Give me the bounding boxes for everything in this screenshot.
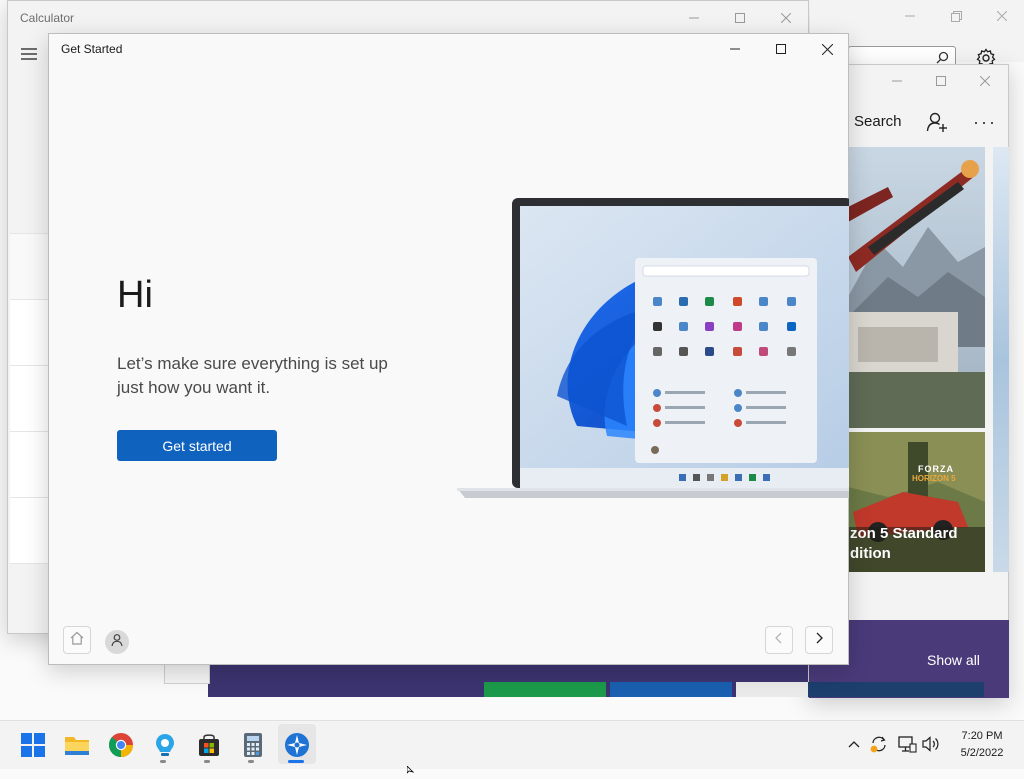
home-icon bbox=[70, 631, 84, 650]
next-card-preview bbox=[993, 147, 1009, 572]
network-icon[interactable] bbox=[897, 734, 917, 754]
file-explorer-icon[interactable] bbox=[64, 732, 90, 758]
chevron-left-icon bbox=[774, 631, 784, 649]
background-window-edge bbox=[164, 665, 210, 684]
close-button[interactable] bbox=[813, 38, 841, 60]
calculator-keypad-edge bbox=[10, 233, 50, 604]
next-button[interactable] bbox=[805, 626, 833, 654]
more-options-icon[interactable]: ··· bbox=[971, 110, 999, 134]
clock[interactable]: 7:20 PM 5/2/2022 bbox=[952, 728, 1012, 762]
store-minimize-button[interactable] bbox=[885, 71, 909, 91]
store-maximize-button[interactable] bbox=[929, 71, 953, 91]
clock-date: 5/2/2022 bbox=[960, 747, 1004, 759]
app-tile-light[interactable] bbox=[736, 682, 808, 697]
background-close-button[interactable] bbox=[990, 6, 1014, 26]
game-hero-image[interactable] bbox=[848, 147, 985, 428]
get-started-active-indicator bbox=[288, 760, 304, 763]
mouse-cursor-icon bbox=[406, 761, 415, 779]
maximize-button[interactable] bbox=[767, 38, 795, 60]
get-started-icon[interactable] bbox=[284, 732, 310, 758]
game-title-line1: zon 5 Standard bbox=[850, 525, 958, 542]
calculator-running-indicator bbox=[248, 760, 254, 763]
calculator-title: Calculator bbox=[20, 11, 75, 25]
update-sync-icon[interactable] bbox=[869, 734, 889, 754]
hamburger-menu-icon[interactable] bbox=[18, 45, 40, 63]
store-close-button[interactable] bbox=[973, 71, 997, 91]
volume-icon[interactable] bbox=[921, 734, 941, 754]
forza-game-card[interactable]: FORZA HORIZON 5 zon 5 Standard dition bbox=[848, 432, 985, 572]
clock-time: 7:20 PM bbox=[961, 730, 1003, 742]
add-account-icon[interactable] bbox=[925, 110, 949, 134]
get-started-button[interactable]: Get started bbox=[117, 430, 277, 461]
minimize-button[interactable] bbox=[721, 38, 749, 60]
chevron-right-icon bbox=[814, 631, 824, 649]
cortana-running-indicator bbox=[160, 760, 166, 763]
show-hidden-icons-chevron-icon[interactable] bbox=[846, 736, 862, 752]
forza-logo-line1: FORZA bbox=[918, 464, 954, 474]
calculator-close-button[interactable] bbox=[772, 7, 800, 29]
store-search-label[interactable]: Search bbox=[854, 113, 902, 130]
get-started-window[interactable]: Get Started Hi Let’s make sure everythin… bbox=[48, 33, 849, 665]
greeting-heading: Hi bbox=[117, 274, 153, 316]
person-icon bbox=[110, 633, 124, 652]
app-tile-dark[interactable] bbox=[808, 682, 984, 697]
calculator-maximize-button[interactable] bbox=[726, 7, 754, 29]
chrome-icon[interactable] bbox=[108, 732, 134, 758]
laptop-illustration bbox=[457, 196, 849, 501]
background-minimize-button[interactable] bbox=[898, 6, 922, 26]
calculator-icon[interactable] bbox=[240, 732, 266, 758]
app-tile-blue[interactable] bbox=[610, 682, 732, 697]
calculator-minimize-button[interactable] bbox=[680, 7, 708, 29]
game-title-line2: dition bbox=[850, 545, 891, 562]
store-running-indicator bbox=[204, 760, 210, 763]
background-restore-button[interactable] bbox=[944, 6, 968, 26]
greeting-subtitle: Let’s make sure everything is set up jus… bbox=[117, 354, 388, 397]
previous-button[interactable] bbox=[765, 626, 793, 654]
microsoft-store-icon[interactable] bbox=[196, 732, 222, 758]
start-icon[interactable] bbox=[20, 732, 46, 758]
store-bottom-strip bbox=[208, 665, 808, 697]
cortana-icon[interactable] bbox=[152, 732, 178, 758]
account-button[interactable] bbox=[105, 630, 129, 654]
show-all-link[interactable]: Show all bbox=[927, 652, 980, 668]
home-button[interactable] bbox=[63, 626, 91, 654]
forza-logo-line2: HORIZON 5 bbox=[912, 474, 956, 483]
get-started-title: Get Started bbox=[61, 42, 123, 56]
app-tile-green[interactable] bbox=[484, 682, 606, 697]
